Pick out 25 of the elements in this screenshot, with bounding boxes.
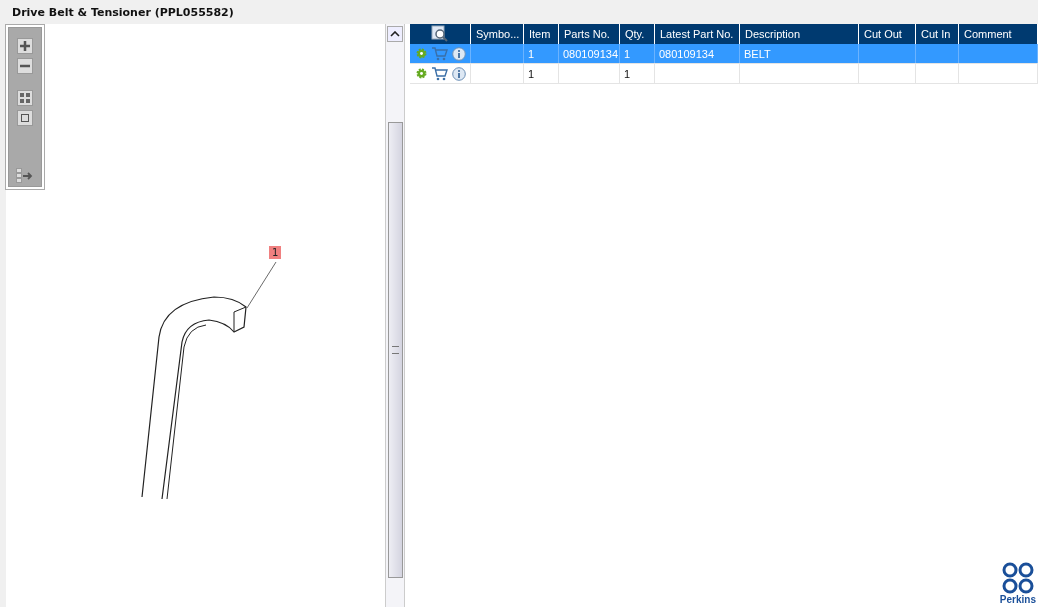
knot-icon bbox=[1000, 562, 1035, 594]
logo-text: Perkins bbox=[999, 594, 1036, 605]
gear-icon[interactable] bbox=[416, 68, 427, 79]
info-icon[interactable] bbox=[452, 46, 466, 61]
table-cell: 1 bbox=[624, 67, 631, 80]
table-cell: 080109134 bbox=[563, 47, 619, 60]
table-cell: 1 bbox=[528, 67, 535, 80]
scrollbar-thumb[interactable] bbox=[387, 122, 403, 578]
callout-label[interactable]: 1 bbox=[269, 246, 282, 259]
window-title: Drive Belt & Tensioner (PPL055582) bbox=[12, 5, 234, 19]
fit-icon[interactable] bbox=[17, 110, 33, 126]
export-icon[interactable] bbox=[16, 168, 34, 184]
zoom-in-icon[interactable] bbox=[17, 38, 33, 54]
scroll-up-icon[interactable] bbox=[387, 26, 403, 42]
table-cell: 1 bbox=[528, 47, 535, 60]
cart-icon[interactable] bbox=[431, 66, 448, 81]
table-row[interactable]: 1 1 bbox=[410, 64, 1038, 84]
table-cell: BELT bbox=[744, 47, 771, 60]
grid-icon[interactable] bbox=[17, 90, 33, 106]
table-cell: 080109134 bbox=[659, 47, 715, 60]
info-icon[interactable] bbox=[452, 66, 466, 81]
zoom-out-icon[interactable] bbox=[17, 58, 33, 74]
gear-icon[interactable] bbox=[416, 48, 427, 59]
leader-line bbox=[246, 261, 278, 309]
table-cell: 1 bbox=[624, 47, 631, 60]
